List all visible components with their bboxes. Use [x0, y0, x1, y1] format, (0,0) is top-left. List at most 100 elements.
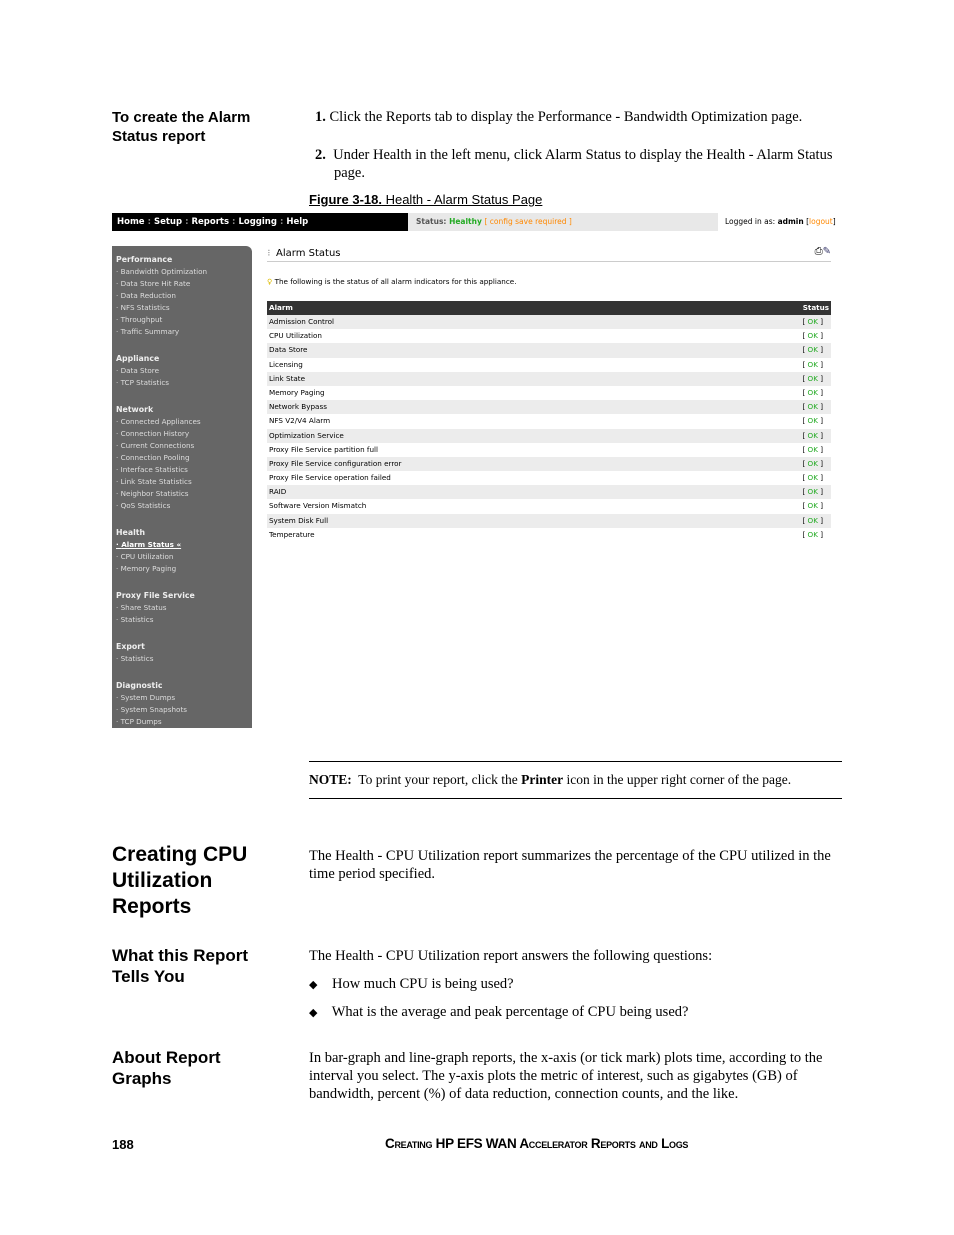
nav-tab-reports[interactable]: Reports [191, 217, 229, 227]
sidebar-item[interactable]: · Statistics [116, 614, 252, 626]
config-save-link[interactable]: [ config save required ] [485, 217, 572, 226]
nav-tab-help[interactable]: Help [286, 217, 308, 227]
status-cell[interactable]: [ OK ] [802, 343, 829, 357]
nav-separator: : [147, 217, 151, 227]
sidebar-item[interactable]: · TCP Dumps [116, 716, 252, 728]
status-ok: OK [807, 317, 818, 326]
about-heading: About Report Graphs [112, 1048, 221, 1088]
status-cell[interactable]: [ OK ] [802, 528, 829, 542]
sidebar-item[interactable]: · System Snapshots [116, 704, 252, 716]
sidebar-item-label: Alarm Status « [121, 540, 182, 549]
info-line: ♀ The following is the status of all ala… [267, 277, 516, 286]
sidebar-item[interactable]: · NFS Statistics [116, 302, 252, 314]
sidebar-item[interactable]: · System Dumps [116, 692, 252, 704]
sidebar-item[interactable]: · Throughput [116, 314, 252, 326]
sidebar-item[interactable]: · Connection History [116, 428, 252, 440]
status-cell[interactable]: [ OK ] [802, 514, 829, 528]
nav-tab-home[interactable]: Home [117, 217, 145, 227]
table-header: Alarm Status [267, 301, 831, 315]
sidebar-item-label: Traffic Summary [120, 327, 180, 336]
status-ok: OK [807, 487, 818, 497]
sidebar-item[interactable]: · Statistics [116, 653, 252, 665]
status-ok: OK [807, 444, 818, 454]
sidebar-group-title: Appliance [116, 354, 160, 363]
sidebar-item[interactable]: · Data Store [116, 365, 252, 377]
sidebar-item-label: Data Store Hit Rate [120, 279, 191, 288]
sidebar: Performance · Bandwidth Optimization · Dat… [112, 246, 252, 728]
sidebar-group: Appliance · Data Store · TCP Statistics [116, 353, 252, 389]
status-cell[interactable]: [ OK ] [802, 499, 829, 513]
table-row: Memory Paging [ OK ] [267, 386, 831, 400]
status-cell[interactable]: [ OK ] [802, 414, 829, 428]
sidebar-item[interactable]: · Alarm Status « [116, 539, 252, 551]
help-icon[interactable]: ✎ [823, 246, 831, 257]
table-row: RAID [ OK ] [267, 485, 831, 500]
sidebar-item[interactable]: · QoS Statistics [116, 500, 252, 512]
sidebar-item[interactable]: · Memory Paging [116, 563, 252, 575]
status-cell[interactable]: [ OK ] [802, 358, 829, 372]
nav-separator: : [185, 217, 189, 227]
table-row: Network Bypass [ OK ] [267, 400, 831, 415]
sidebar-item-label: Share Status [120, 603, 167, 612]
figure-title: Health - Alarm Status Page [381, 192, 543, 207]
footer-title: Creating HP EFS WAN Accelerator Reports … [385, 1136, 689, 1151]
print-icon[interactable]: ⎙ [815, 246, 823, 257]
nav-tab-setup[interactable]: Setup [154, 217, 182, 227]
table-row: CPU Utilization [ OK ] [267, 329, 831, 343]
alarm-name: Optimization Service [269, 430, 344, 440]
alarm-name: Link State [269, 373, 306, 383]
sidebar-item[interactable]: · Connection Pooling [116, 452, 252, 464]
procedure-heading: To create the Alarm Status report [112, 109, 251, 145]
sidebar-item-label: CPU Utilization [120, 552, 174, 561]
nav-tab-logging[interactable]: Logging [238, 217, 276, 227]
sidebar-group: Diagnostic · System Dumps · System Snapsho… [116, 680, 252, 728]
sidebar-item[interactable]: · TCP Statistics [116, 377, 252, 389]
sidebar-item-label: Interface Statistics [120, 465, 188, 474]
status-cell[interactable]: [ OK ] [802, 329, 829, 343]
sidebar-item[interactable]: · Interface Statistics [116, 464, 252, 476]
step-1: 1. Click the Reports tab to display the … [315, 108, 845, 126]
status-cell[interactable]: [ OK ] [802, 485, 829, 499]
status-cell[interactable]: [ OK ] [802, 429, 829, 443]
note-label: NOTE: [309, 772, 352, 787]
sidebar-item[interactable]: · Bandwidth Optimization [116, 266, 252, 278]
status-ok: OK [807, 501, 818, 511]
status-cell[interactable]: [ OK ] [802, 386, 829, 400]
status-cell[interactable]: [ OK ] [802, 443, 829, 457]
status-cell[interactable]: [ OK ] [802, 400, 829, 414]
status-ok: OK [807, 331, 818, 341]
sidebar-group: Network · Connected Appliances · Connectio… [116, 404, 252, 512]
sidebar-item[interactable]: · Data Reduction [116, 290, 252, 302]
sidebar-item-label: NFS Statistics [120, 303, 170, 312]
status-value: Healthy [449, 217, 482, 226]
sidebar-item[interactable]: · Traffic Summary [116, 326, 252, 338]
status-ok: OK [807, 529, 818, 539]
status-cell[interactable]: [ OK ] [802, 471, 829, 485]
table-row: Proxy File Service operation failed [ OK … [267, 471, 831, 485]
table-row: NFS V2/V4 Alarm [ OK ] [267, 414, 831, 428]
nav-separator: : [279, 217, 284, 227]
status-cell[interactable]: [ OK ] [802, 315, 829, 329]
status-cell[interactable]: [ OK ] [802, 372, 829, 386]
login-info: Logged in as: admin [logout] [725, 217, 836, 226]
sidebar-item[interactable]: · Current Connections [116, 440, 252, 452]
sidebar-item[interactable]: · Share Status [116, 602, 252, 614]
sidebar-item[interactable]: · Connected Appliances [116, 416, 252, 428]
logout-link[interactable]: logout [809, 217, 833, 226]
status-cell[interactable]: [ OK ] [802, 457, 829, 471]
status-bar: Status: Healthy [ config save required ] [408, 213, 718, 231]
sidebar-item[interactable]: · Link State Statistics [116, 476, 252, 488]
sidebar-item[interactable]: · Data Store Hit Rate [116, 278, 252, 290]
step-text: Click the Reports tab to display the Per… [329, 109, 803, 125]
logged-in-label: Logged in as: [725, 217, 776, 226]
document-page: To create the Alarm Status report 1. Cli… [0, 0, 954, 1235]
sidebar-item-label: QoS Statistics [120, 501, 171, 510]
page-title: Alarm Status [276, 248, 341, 259]
sidebar-item[interactable]: · Neighbor Statistics [116, 488, 252, 500]
sidebar-item-label: Connection Pooling [120, 453, 190, 462]
table-row: Proxy File Service configuration error [ … [267, 456, 831, 472]
sidebar-item-label: Statistics [120, 615, 154, 624]
sidebar-item-label: Data Reduction [120, 291, 176, 300]
sidebar-item[interactable]: · CPU Utilization [116, 551, 252, 563]
sidebar-item-label: Statistics [120, 654, 154, 663]
